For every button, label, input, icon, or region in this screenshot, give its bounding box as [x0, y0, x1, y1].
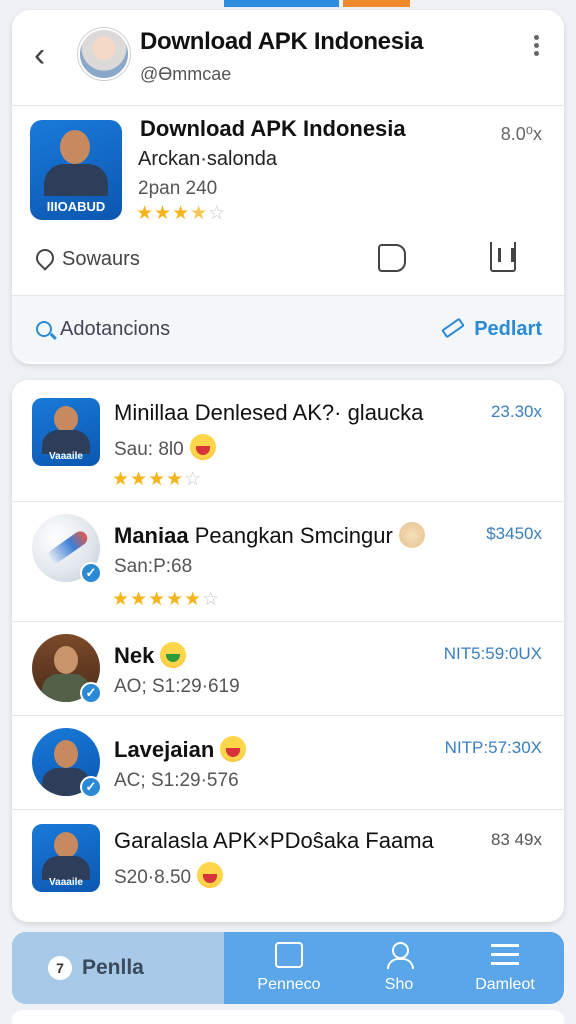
- verified-check-icon: ✓: [80, 562, 102, 584]
- nav-item-menu[interactable]: Damleot: [450, 942, 560, 994]
- list-item-title-rest: Peangkan Smcingur: [188, 523, 393, 548]
- bottom-nav: 7 Penlla Penneco Sho Damleot: [12, 932, 564, 1004]
- list-item-thumbnail: Vaaaile: [32, 824, 100, 892]
- emoji-icon: [197, 862, 224, 888]
- list-item-sub: S20·8.50: [114, 862, 224, 889]
- page-title: Download APK Indonesia: [140, 28, 424, 55]
- list-item-title-text: Nek: [114, 643, 155, 668]
- list-item-sub: Sau: 8l0: [114, 434, 216, 461]
- nav-item-label: Damleot: [475, 976, 535, 993]
- app-rating-stars: ★★★★☆: [136, 203, 227, 224]
- list-item-title-bold: Maniaa: [114, 523, 189, 548]
- back-arrow-icon[interactable]: ‹: [34, 38, 45, 72]
- bottom-strip: [12, 1010, 564, 1024]
- list-item-title: Garalasla APK×PDoŝaka Faama: [114, 828, 434, 853]
- verified-check-icon: ✓: [80, 682, 102, 704]
- saves-button[interactable]: Sowaurs: [32, 245, 140, 271]
- list-item-price: $3450x: [486, 524, 542, 543]
- list-item[interactable]: ✓ Nek AO; S1:29·619 NIT5:59:0UX: [12, 622, 564, 716]
- pencil-icon: [441, 317, 466, 339]
- list-item[interactable]: ✓ Maniaa Peangkan Smcingur San:P:68 ★★★★…: [12, 502, 564, 622]
- nav-item-profile[interactable]: Sho: [344, 942, 454, 994]
- more-options-icon[interactable]: [534, 32, 542, 59]
- avatar[interactable]: [78, 28, 130, 80]
- predict-button[interactable]: Pedlart: [441, 317, 542, 341]
- top-color-bars: [0, 0, 576, 8]
- featured-app[interactable]: IIIOABUD Download APK Indonesia Arckan·s…: [12, 106, 564, 296]
- search-icon: [36, 321, 52, 337]
- action-row: Adotancions Pedlart: [12, 296, 564, 362]
- list-item-price: NIT5:59:0UX: [443, 644, 542, 663]
- bookmark-icon[interactable]: [490, 242, 516, 272]
- nav-current-label: Penlla: [82, 956, 144, 979]
- list-item-title: Lavejaian: [114, 736, 247, 763]
- thumb-label: Vaaaile: [49, 877, 83, 888]
- emoji-icon: [220, 736, 247, 762]
- list-item-sub: AO; S1:29·619: [114, 676, 240, 697]
- list-item[interactable]: Vaaaile Garalasla APK×PDoŝaka Faama S20·…: [12, 810, 564, 922]
- nav-item-label: Sho: [384, 976, 414, 993]
- app-price: 8.0⁰x: [500, 124, 542, 144]
- app-meta: 2pan 240: [138, 178, 218, 199]
- list-item-stars: ★★★★★☆: [112, 589, 221, 610]
- thumb-label: Vaaaile: [49, 451, 83, 462]
- app-subtitle: Arckan·salonda: [138, 148, 277, 170]
- emoji-icon: [398, 522, 425, 548]
- nav-item-home[interactable]: Penneco: [234, 942, 344, 994]
- app-list-card: Vaaaile Minillaa Denlesed AK?· glaucka S…: [12, 380, 564, 922]
- list-item-price: 83 49x: [490, 830, 542, 849]
- list-item-thumbnail: ✓: [32, 634, 102, 704]
- home-icon: [275, 942, 303, 968]
- list-item-thumbnail: ✓: [32, 728, 102, 798]
- app-title: Download APK Indonesia: [140, 116, 406, 141]
- list-item-thumbnail: Vaaaile: [32, 398, 100, 466]
- list-item-thumbnail: ✓: [32, 514, 102, 584]
- list-item-price: 23.30x: [490, 402, 542, 421]
- app-detail-card: ‹ Download APK Indonesia @Ɵmmcae IIIOABU…: [12, 10, 564, 364]
- list-item-title-text: Lavejaian: [114, 737, 215, 762]
- chat-icon[interactable]: [378, 244, 406, 272]
- header: ‹ Download APK Indonesia @Ɵmmcae: [12, 10, 564, 106]
- advanced-label: Adotancions: [60, 318, 171, 340]
- advanced-search-button[interactable]: Adotancions: [36, 318, 170, 341]
- list-item-price: NITP:57:30X: [444, 738, 542, 757]
- pin-icon: [32, 245, 58, 271]
- emoji-icon: [189, 434, 216, 460]
- list-item-sub-text: Sau: 8l0: [114, 439, 184, 460]
- nav-current-tab[interactable]: 7 Penlla: [12, 932, 224, 1004]
- handle-text: @Ɵmmcae: [140, 64, 232, 84]
- emoji-icon: [160, 642, 187, 668]
- top-bar-orange: [343, 0, 410, 7]
- list-item-title: Minillaa Denlesed AK?· glaucka: [114, 400, 424, 425]
- menu-icon: [491, 942, 519, 968]
- predict-label: Pedlart: [474, 318, 542, 340]
- list-item-sub: San:P:68: [114, 556, 193, 577]
- list-item-title: Maniaa Peangkan Smcingur: [114, 522, 425, 549]
- user-icon: [385, 942, 414, 969]
- count-badge: 7: [48, 956, 72, 980]
- nav-item-label: Penneco: [257, 976, 321, 993]
- verified-check-icon: ✓: [80, 776, 102, 798]
- app-icon: IIIOABUD: [30, 120, 122, 220]
- top-bar-blue: [224, 0, 339, 7]
- saves-label: Sowaurs: [62, 248, 140, 270]
- list-item-stars: ★★★★☆: [112, 469, 203, 490]
- list-item[interactable]: ✓ Lavejaian AC; S1:29·576 NITP:57:30X: [12, 716, 564, 810]
- list-item-title: Nek: [114, 642, 187, 669]
- list-item-sub-text: S20·8.50: [114, 867, 192, 888]
- list-item-sub: AC; S1:29·576: [114, 770, 239, 791]
- app-icon-label: IIIOABUD: [46, 199, 106, 214]
- list-item[interactable]: Vaaaile Minillaa Denlesed AK?· glaucka S…: [12, 380, 564, 502]
